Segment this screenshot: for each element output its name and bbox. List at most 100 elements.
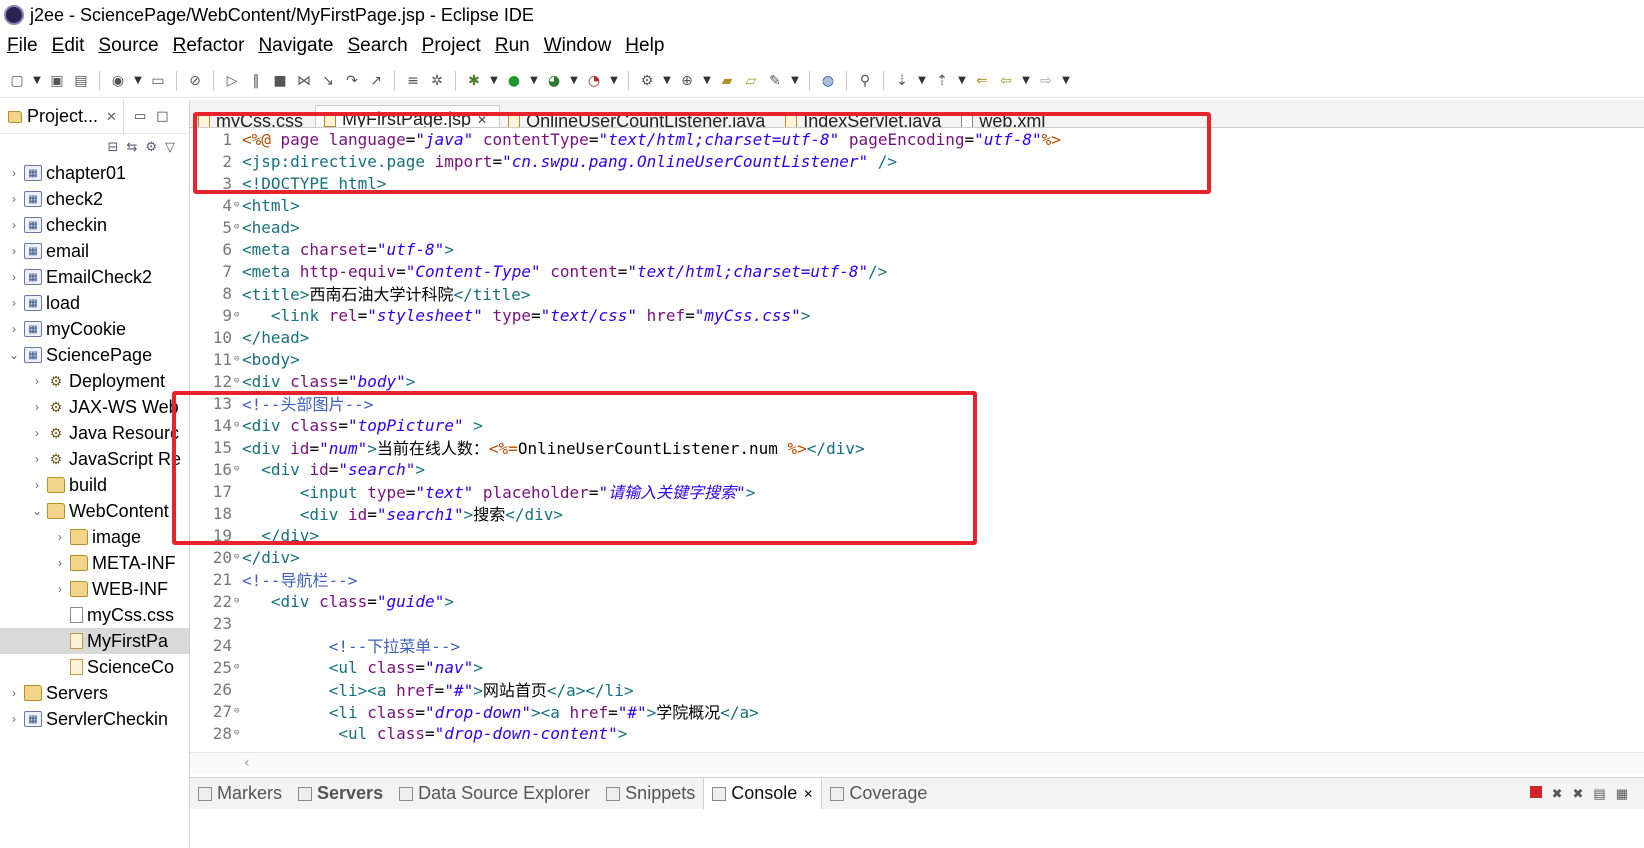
server-dropdown-icon[interactable]: ▼: [660, 70, 674, 92]
tree-item[interactable]: ⌄ ▦ SciencePage: [0, 342, 189, 368]
bottom-tab[interactable]: Servers: [290, 783, 391, 804]
chevron-right-icon[interactable]: ›: [52, 556, 68, 570]
chevron-right-icon[interactable]: ›: [6, 192, 22, 206]
fold-icon[interactable]: ⊖: [234, 464, 242, 474]
menu-edit[interactable]: Edit: [45, 35, 92, 57]
resume-icon[interactable]: ▷: [221, 70, 243, 92]
terminal-icon[interactable]: ▭: [147, 70, 169, 92]
tree-item[interactable]: › ▦ ServlerCheckin: [0, 706, 189, 732]
search-dropdown-icon[interactable]: ▼: [788, 70, 802, 92]
previous-annotation-icon[interactable]: ⇡: [931, 70, 953, 92]
filter-icon[interactable]: ⚙: [145, 140, 157, 155]
chevron-right-icon[interactable]: ›: [6, 322, 22, 336]
remove-launch-icon[interactable]: ✖: [1552, 786, 1563, 802]
maximize-icon[interactable]: □: [156, 109, 168, 124]
chevron-right-icon[interactable]: ›: [6, 270, 22, 284]
scroll-left-icon[interactable]: ‹: [244, 755, 250, 771]
step-into-icon[interactable]: ↘: [317, 70, 339, 92]
bottom-tab[interactable]: Snippets: [598, 783, 703, 804]
new-class-dropdown-icon[interactable]: ▼: [700, 70, 714, 92]
coverage-dropdown-icon[interactable]: ▼: [567, 70, 581, 92]
code-editor[interactable]: 1 <%@ page language="java" contentType="t…: [190, 128, 1644, 748]
next-annotation-dropdown-icon[interactable]: ▼: [915, 70, 929, 92]
fold-icon[interactable]: ⊖: [234, 200, 242, 210]
chevron-down-icon[interactable]: ⌄: [6, 348, 22, 362]
fold-icon[interactable]: ⊖: [234, 706, 242, 716]
profile-icon[interactable]: ◉: [107, 70, 129, 92]
tree-item[interactable]: › ⚙ JAX-WS Web: [0, 394, 189, 420]
forward-icon[interactable]: ⇨: [1035, 70, 1057, 92]
save-icon[interactable]: ▣: [46, 70, 68, 92]
terminate-icon[interactable]: ■: [269, 70, 291, 92]
chevron-down-icon[interactable]: ⌄: [29, 504, 45, 518]
last-edit-icon[interactable]: ⇐: [971, 70, 993, 92]
tree-item[interactable]: › ▦ chapter01: [0, 160, 189, 186]
tree-item[interactable]: › ▦ load: [0, 290, 189, 316]
close-icon[interactable]: ✕: [477, 113, 487, 127]
open-type-icon[interactable]: ▰: [716, 70, 738, 92]
tree-item[interactable]: › build: [0, 472, 189, 498]
search-icon[interactable]: ✎: [764, 70, 786, 92]
tree-item[interactable]: › WEB-INF: [0, 576, 189, 602]
editor-tab[interactable]: web.xml: [953, 107, 1057, 127]
tree-item[interactable]: › ⚙ JavaScript Re: [0, 446, 189, 472]
fold-icon[interactable]: ⊖: [234, 728, 242, 738]
debug-icon[interactable]: ✱: [463, 70, 485, 92]
globe-icon[interactable]: ◍: [817, 70, 839, 92]
pin-icon[interactable]: ⚲: [854, 70, 876, 92]
external-tools-dropdown-icon[interactable]: ▼: [607, 70, 621, 92]
chevron-right-icon[interactable]: ›: [6, 244, 22, 258]
back-dropdown-icon[interactable]: ▼: [1019, 70, 1033, 92]
bottom-tab[interactable]: Markers: [190, 783, 290, 804]
tree-item[interactable]: › Servers: [0, 680, 189, 706]
chevron-right-icon[interactable]: ›: [6, 166, 22, 180]
new-dropdown-icon[interactable]: ▼: [30, 70, 44, 92]
menu-project[interactable]: Project: [415, 35, 488, 57]
suspend-icon[interactable]: ‖: [245, 70, 267, 92]
menu-refactor[interactable]: Refactor: [166, 35, 252, 57]
editor-tab[interactable]: OnlineUserCountListener.java: [500, 107, 777, 127]
tree-item[interactable]: › ⚙ Java Resourc: [0, 420, 189, 446]
tree-item[interactable]: ⌄ WebContent: [0, 498, 189, 524]
bottom-tab[interactable]: Console ✕: [703, 778, 823, 809]
fold-icon[interactable]: ⊖: [234, 222, 242, 232]
chevron-right-icon[interactable]: ›: [29, 400, 45, 414]
chevron-right-icon[interactable]: ›: [6, 296, 22, 310]
chevron-right-icon[interactable]: ›: [29, 426, 45, 440]
build-icon[interactable]: ✲: [426, 70, 448, 92]
tree-item[interactable]: › ▦ myCookie: [0, 316, 189, 342]
chevron-right-icon[interactable]: ›: [29, 374, 45, 388]
project-explorer-tab[interactable]: Project... ✕: [0, 99, 124, 134]
external-tools-icon[interactable]: ◔: [583, 70, 605, 92]
link-with-editor-icon[interactable]: ⇆: [126, 140, 137, 155]
open-folder-icon[interactable]: ▱: [740, 70, 762, 92]
skip-breakpoints-icon[interactable]: ⊘: [184, 70, 206, 92]
scroll-lock-icon[interactable]: ▤: [1593, 786, 1605, 802]
minimize-icon[interactable]: ▭: [134, 109, 146, 124]
menu-source[interactable]: Source: [91, 35, 165, 57]
close-icon[interactable]: ✕: [106, 109, 117, 125]
step-return-icon[interactable]: ↗: [365, 70, 387, 92]
disconnect-icon[interactable]: ⋈: [293, 70, 315, 92]
previous-annotation-dropdown-icon[interactable]: ▼: [955, 70, 969, 92]
chevron-right-icon[interactable]: ›: [29, 452, 45, 466]
chevron-right-icon[interactable]: ›: [52, 582, 68, 596]
run-dropdown-icon[interactable]: ▼: [527, 70, 541, 92]
fold-icon[interactable]: ⊖: [234, 552, 242, 562]
chevron-right-icon[interactable]: ›: [29, 478, 45, 492]
run-icon[interactable]: ●: [503, 70, 525, 92]
tree-item[interactable]: › ▦ email: [0, 238, 189, 264]
tree-item[interactable]: › ▦ EmailCheck2: [0, 264, 189, 290]
toggle-mark-icon[interactable]: ≡: [402, 70, 424, 92]
close-icon[interactable]: ✕: [803, 787, 813, 801]
menu-file[interactable]: File: [0, 35, 45, 57]
terminate-icon[interactable]: [1529, 785, 1542, 798]
bottom-tab[interactable]: Coverage: [822, 783, 935, 804]
chevron-right-icon[interactable]: ›: [6, 686, 22, 700]
editor-tab[interactable]: MyFirstPage.jsp ✕: [315, 105, 501, 127]
bottom-tab[interactable]: Data Source Explorer: [391, 783, 598, 804]
menu-help[interactable]: Help: [618, 35, 671, 57]
back-icon[interactable]: ⇦: [995, 70, 1017, 92]
clear-console-icon[interactable]: ▦: [1616, 786, 1628, 802]
debug-dropdown-icon[interactable]: ▼: [487, 70, 501, 92]
